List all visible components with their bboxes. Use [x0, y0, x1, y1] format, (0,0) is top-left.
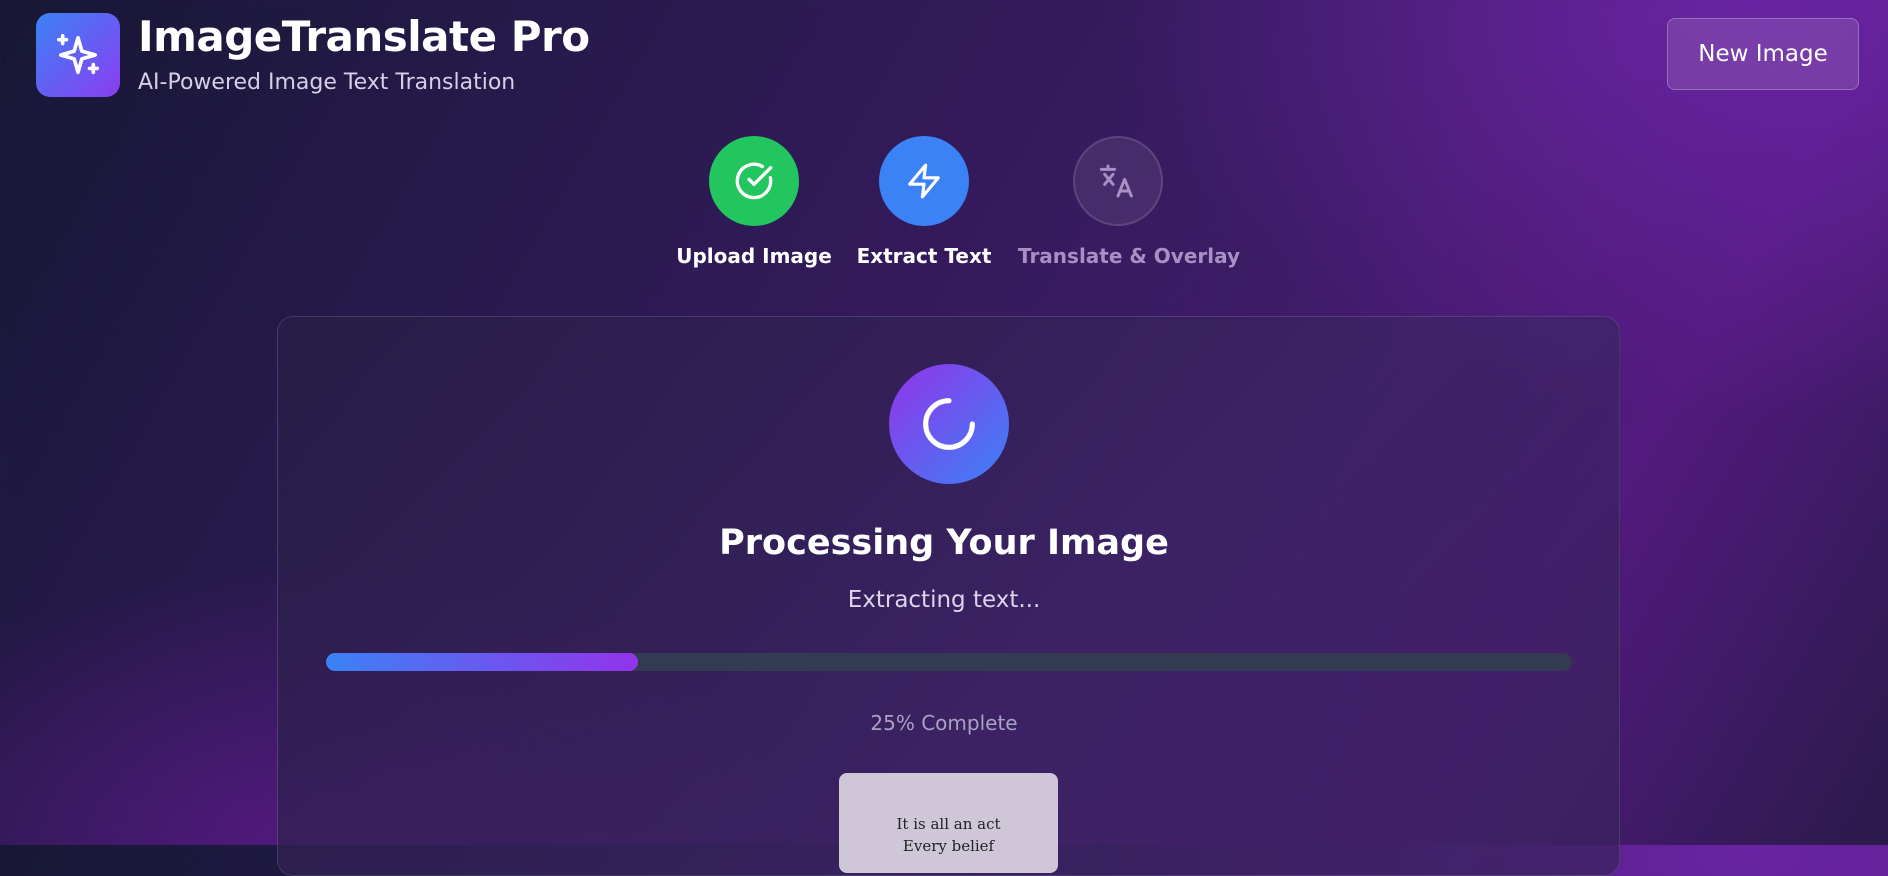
step-extract-circle — [879, 136, 969, 226]
processing-spinner — [889, 364, 1009, 484]
loading-spinner-icon — [923, 398, 975, 450]
preview-text-line-1: It is all an act — [896, 815, 1001, 833]
step-translate-label: Translate & Overlay — [1018, 244, 1241, 268]
progress-bar-fill — [326, 653, 638, 671]
new-image-button[interactable]: New Image — [1667, 18, 1859, 90]
step-extract-text: Extract Text — [824, 136, 1024, 268]
sparkles-icon — [57, 34, 99, 75]
check-circle-icon — [735, 162, 773, 200]
preview-text-line-2: Every belief — [902, 837, 995, 855]
lightning-icon — [908, 163, 940, 199]
step-translate-circle — [1073, 136, 1163, 226]
app-title: ImageTranslate Pro — [138, 12, 590, 61]
step-translate-overlay: Translate & Overlay — [1018, 136, 1241, 268]
processing-status: Extracting text... — [847, 587, 1041, 613]
step-upload-circle — [709, 136, 799, 226]
progress-bar — [326, 653, 1572, 671]
app-logo — [36, 13, 120, 97]
app-subtitle: AI-Powered Image Text Translation — [138, 70, 516, 95]
processing-title: Processing Your Image — [719, 523, 1169, 563]
step-extract-label: Extract Text — [856, 244, 992, 268]
translate-icon — [1099, 164, 1133, 198]
progress-label: 25% Complete — [870, 711, 1018, 735]
image-preview: It is all an act Every belief — [839, 773, 1058, 873]
